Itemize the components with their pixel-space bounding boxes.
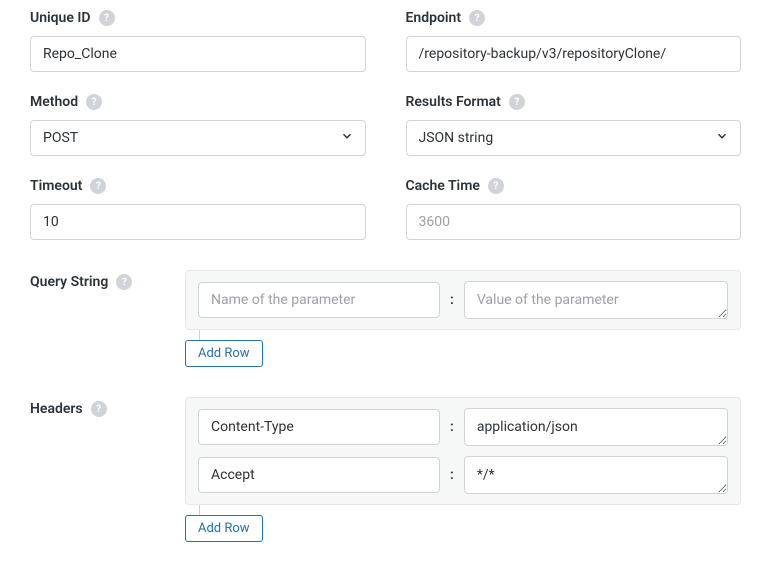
help-icon[interactable]: ? bbox=[86, 94, 102, 110]
help-icon[interactable]: ? bbox=[509, 94, 525, 110]
header-name-input[interactable] bbox=[198, 409, 440, 445]
unique-id-label: Unique ID ? bbox=[30, 10, 366, 26]
timeout-input[interactable] bbox=[30, 204, 366, 240]
method-label-text: Method bbox=[30, 94, 78, 110]
add-row-button[interactable]: Add Row bbox=[185, 515, 263, 542]
timeout-label: Timeout ? bbox=[30, 178, 366, 194]
headers-label-text: Headers bbox=[30, 401, 83, 417]
method-select[interactable]: POST bbox=[30, 120, 366, 156]
cache-time-label: Cache Time ? bbox=[406, 178, 742, 194]
timeout-label-text: Timeout bbox=[30, 178, 82, 194]
connector-line bbox=[199, 330, 200, 340]
endpoint-label: Endpoint ? bbox=[406, 10, 742, 26]
help-icon[interactable]: ? bbox=[91, 401, 107, 417]
query-string-label: Query String ? bbox=[30, 274, 145, 290]
connector-line bbox=[199, 505, 200, 515]
colon-separator: : bbox=[450, 292, 454, 308]
results-format-select[interactable]: JSON string bbox=[406, 120, 742, 156]
colon-separator: : bbox=[450, 419, 454, 435]
cache-time-input[interactable] bbox=[406, 204, 742, 240]
cache-time-label-text: Cache Time bbox=[406, 178, 480, 194]
query-string-value-input[interactable] bbox=[464, 281, 728, 319]
headers-row: : */* bbox=[198, 456, 728, 494]
query-string-label-text: Query String bbox=[30, 274, 108, 290]
unique-id-label-text: Unique ID bbox=[30, 10, 91, 26]
header-value-input[interactable]: application/json bbox=[464, 408, 728, 446]
headers-box: : application/json : */* bbox=[185, 397, 741, 505]
results-format-label: Results Format ? bbox=[406, 94, 742, 110]
help-icon[interactable]: ? bbox=[90, 178, 106, 194]
endpoint-label-text: Endpoint bbox=[406, 10, 462, 26]
help-icon[interactable]: ? bbox=[469, 10, 485, 26]
header-value-input[interactable]: */* bbox=[464, 456, 728, 494]
results-format-label-text: Results Format bbox=[406, 94, 501, 110]
add-row-button[interactable]: Add Row bbox=[185, 340, 263, 367]
query-string-name-input[interactable] bbox=[198, 282, 440, 318]
query-string-box: : bbox=[185, 270, 741, 330]
unique-id-input[interactable] bbox=[30, 36, 366, 72]
help-icon[interactable]: ? bbox=[488, 178, 504, 194]
help-icon[interactable]: ? bbox=[116, 274, 132, 290]
headers-label: Headers ? bbox=[30, 401, 145, 417]
colon-separator: : bbox=[450, 467, 454, 483]
help-icon[interactable]: ? bbox=[99, 10, 115, 26]
endpoint-input[interactable] bbox=[406, 36, 742, 72]
method-label: Method ? bbox=[30, 94, 366, 110]
headers-row: : application/json bbox=[198, 408, 728, 446]
query-string-row: : bbox=[198, 281, 728, 319]
header-name-input[interactable] bbox=[198, 457, 440, 493]
